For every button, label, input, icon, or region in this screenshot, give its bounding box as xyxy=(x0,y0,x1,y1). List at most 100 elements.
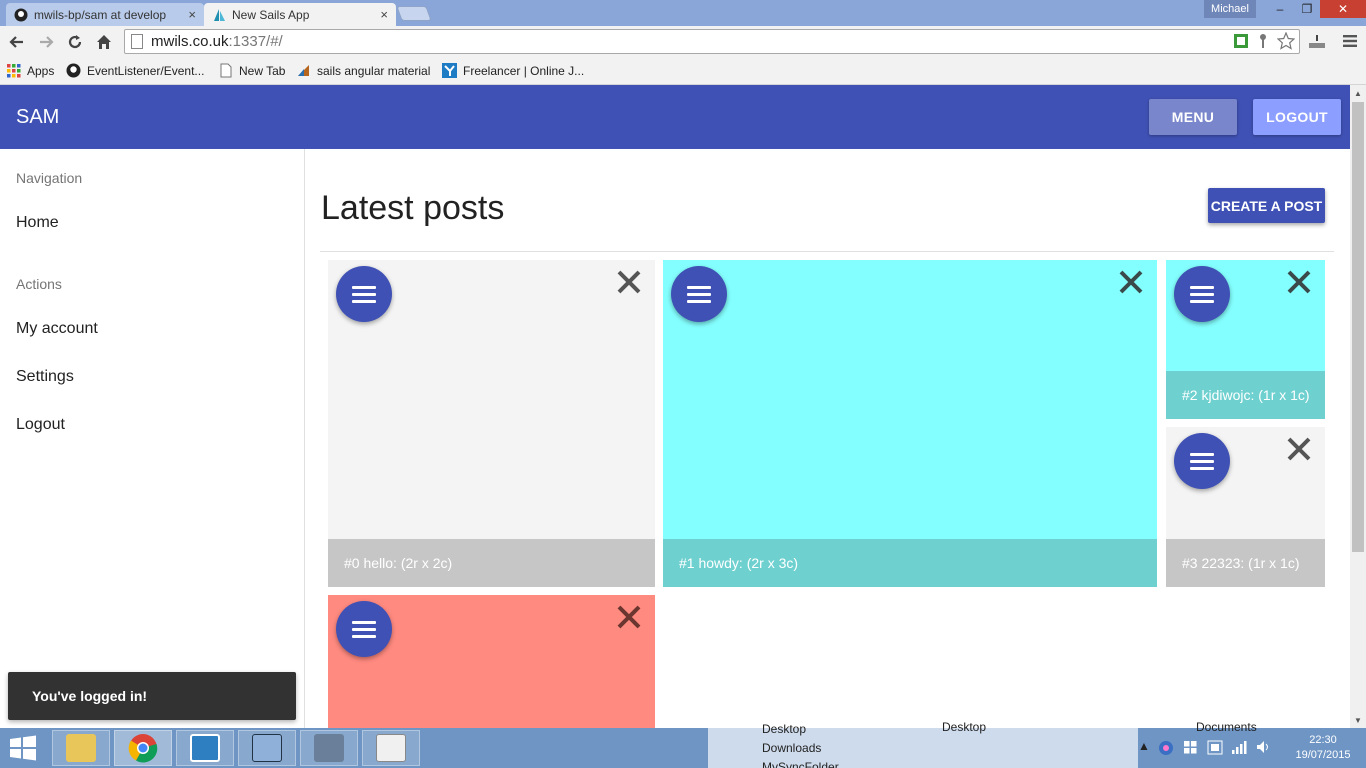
home-icon[interactable] xyxy=(93,31,115,53)
key-icon[interactable] xyxy=(1256,32,1270,50)
explorer-item: Documents xyxy=(1196,720,1257,734)
browser-toolbar: mwils.co.uk:1337/#/ xyxy=(0,26,1366,58)
minimize-icon[interactable]: ‒ xyxy=(1266,0,1294,18)
hamburger-icon xyxy=(687,285,711,289)
folder-icon xyxy=(66,734,96,762)
profile-button[interactable]: Michael xyxy=(1204,0,1256,18)
sidebar-item-logout[interactable]: Logout xyxy=(16,416,65,434)
post-tile[interactable]: #2 kjdiwojc: (1r x 1c) xyxy=(1166,260,1325,419)
tray-volume-icon[interactable] xyxy=(1256,740,1272,757)
post-tile[interactable]: #0 hello: (2r x 2c) xyxy=(328,260,655,587)
app-brand[interactable]: SAM xyxy=(16,106,59,129)
tab-close-icon[interactable]: × xyxy=(380,7,388,22)
sidebar: Navigation Home Actions My account Setti… xyxy=(0,149,305,728)
logout-button[interactable]: LOGOUT xyxy=(1253,99,1341,135)
sidebar-item-home[interactable]: Home xyxy=(16,214,59,232)
bookmark-new-tab[interactable]: New Tab xyxy=(218,63,285,78)
browser-tab-github[interactable]: mwils-bp/sam at develop × xyxy=(6,3,204,26)
tab-close-icon[interactable]: × xyxy=(188,7,196,22)
bookmark-sails-angular-material[interactable]: sails angular material xyxy=(296,63,430,78)
close-icon[interactable] xyxy=(1285,268,1313,296)
post-tile[interactable]: #1 howdy: (2r x 3c) xyxy=(663,260,1157,587)
tray-app-icon[interactable] xyxy=(1158,740,1174,759)
tab-title: New Sails App xyxy=(232,7,310,22)
bookmark-freelancer[interactable]: Freelancer | Online J... xyxy=(442,63,584,78)
browser-tab-sails[interactable]: New Sails App × xyxy=(204,3,396,26)
notepad-icon xyxy=(376,734,406,762)
post-tile[interactable]: #3 22323: (1r x 1c) xyxy=(1166,427,1325,587)
taskbar-clock[interactable]: 22:30 19/07/2015 xyxy=(1290,733,1356,763)
hamburger-icon xyxy=(352,620,376,624)
explorer-item: Desktop xyxy=(762,722,807,736)
close-icon[interactable] xyxy=(615,603,643,631)
taskbar-notepad[interactable] xyxy=(362,730,420,766)
post-menu-button[interactable] xyxy=(1174,266,1230,322)
create-post-button[interactable]: CREATE A POST xyxy=(1208,188,1325,223)
tray-expand-icon[interactable]: ▲ xyxy=(1138,739,1150,753)
computers-icon xyxy=(252,734,282,762)
new-tab-button[interactable] xyxy=(396,6,432,21)
forward-arrow-icon[interactable] xyxy=(35,31,57,53)
scroll-up-icon[interactable]: ▲ xyxy=(1350,85,1366,101)
bookmarks-bar: Apps EventListener/Event... New Tab sail… xyxy=(0,58,1366,85)
post-caption: #3 22323: (1r x 1c) xyxy=(1166,539,1325,587)
sails-icon xyxy=(296,63,311,78)
post-menu-button[interactable] xyxy=(336,266,392,322)
reload-icon[interactable] xyxy=(64,31,86,53)
taskbar-photos[interactable] xyxy=(176,730,234,766)
back-arrow-icon[interactable] xyxy=(6,31,28,53)
toast-notification: You've logged in! xyxy=(8,672,296,720)
close-icon[interactable] xyxy=(1117,268,1145,296)
taskbar-file-explorer[interactable] xyxy=(52,730,110,766)
windows-start-icon[interactable] xyxy=(8,735,38,761)
post-menu-button[interactable] xyxy=(1174,433,1230,489)
post-menu-button[interactable] xyxy=(336,601,392,657)
bookmark-label: EventListener/Event... xyxy=(87,63,205,78)
window-close-icon[interactable]: ✕ xyxy=(1320,0,1366,18)
notification-icon[interactable] xyxy=(1307,32,1327,50)
close-icon[interactable] xyxy=(615,268,643,296)
tray-battery-icon[interactable] xyxy=(1207,740,1223,758)
page-scrollbar[interactable]: ▲ ▼ xyxy=(1350,85,1366,728)
page-title: Latest posts xyxy=(321,189,505,227)
page-icon xyxy=(218,63,233,78)
tray-signal-icon[interactable] xyxy=(1231,740,1247,757)
picture-icon xyxy=(190,734,220,762)
clock-date: 19/07/2015 xyxy=(1295,749,1351,761)
taskbar-chrome[interactable] xyxy=(114,730,172,766)
tray-windows-icon[interactable] xyxy=(1183,740,1198,758)
explorer-item: Desktop xyxy=(942,720,987,734)
sidebar-header-actions: Actions xyxy=(16,276,62,292)
bookmark-label: Freelancer | Online J... xyxy=(463,63,585,78)
chrome-icon xyxy=(128,734,158,763)
bookmark-label: Apps xyxy=(27,63,55,78)
github-icon xyxy=(14,8,28,22)
post-caption: #2 kjdiwojc: (1r x 1c) xyxy=(1166,371,1325,419)
menu-button[interactable]: MENU xyxy=(1149,99,1237,135)
taskbar-network-app[interactable] xyxy=(238,730,296,766)
bookmark-label: sails angular material xyxy=(317,63,431,78)
restore-icon[interactable]: ❐ xyxy=(1294,0,1320,18)
hamburger-icon xyxy=(1190,452,1214,456)
shield-extension-icon[interactable] xyxy=(1232,32,1250,50)
lock-icon xyxy=(314,734,344,762)
sidebar-item-my-account[interactable]: My account xyxy=(16,320,98,338)
scrollbar-thumb[interactable] xyxy=(1352,102,1364,552)
taskbar-lock-app[interactable] xyxy=(300,730,358,766)
windows-taskbar: Desktop Downloads MySyncFolder Desktop D… xyxy=(0,720,1366,768)
scroll-down-icon[interactable]: ▼ xyxy=(1350,712,1366,728)
apps-grid-icon xyxy=(6,63,21,78)
bookmark-apps[interactable]: Apps xyxy=(6,63,54,78)
url-host: mwils.co.uk xyxy=(151,33,229,50)
sidebar-item-settings[interactable]: Settings xyxy=(16,368,74,386)
address-bar[interactable]: mwils.co.uk:1337/#/ xyxy=(124,29,1300,54)
bookmark-eventlistener[interactable]: EventListener/Event... xyxy=(66,63,204,78)
chrome-menu-icon[interactable] xyxy=(1340,32,1360,50)
post-tile[interactable] xyxy=(328,595,655,728)
divider xyxy=(320,251,1334,252)
post-menu-button[interactable] xyxy=(671,266,727,322)
hamburger-icon xyxy=(352,285,376,289)
sidebar-header-navigation: Navigation xyxy=(16,170,83,186)
close-icon[interactable] xyxy=(1285,435,1313,463)
bookmark-star-icon[interactable] xyxy=(1276,32,1296,50)
